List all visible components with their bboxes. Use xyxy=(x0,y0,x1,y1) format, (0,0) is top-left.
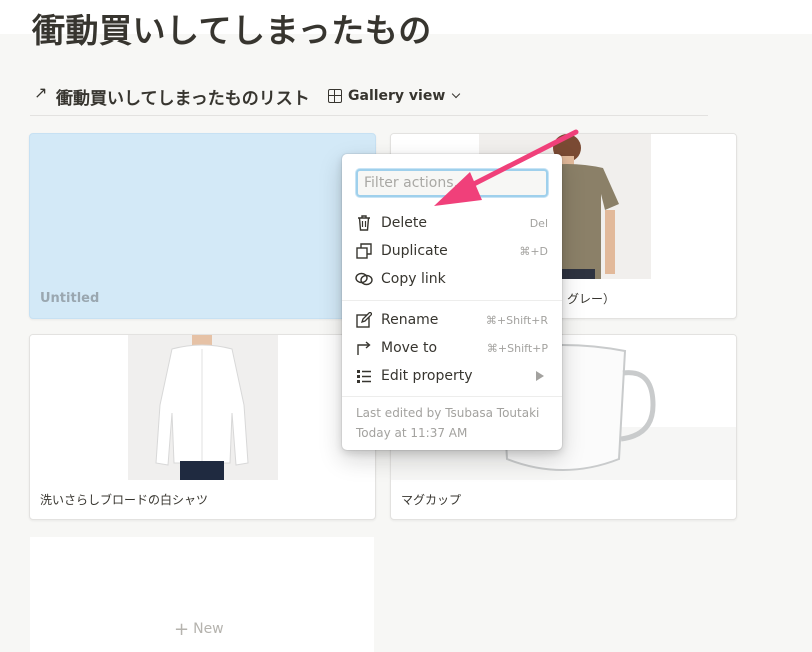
new-card-button[interactable]: + New xyxy=(30,537,374,652)
white-shirt-photo xyxy=(128,335,278,480)
card-title: マグカップ xyxy=(401,493,462,507)
filter-actions-input[interactable] xyxy=(356,169,548,197)
database-title[interactable]: 衝動買いしてしまったものリスト xyxy=(56,84,310,109)
submenu-arrow-icon xyxy=(536,371,544,381)
page-title[interactable]: 衝動買いしてしまったもの xyxy=(32,4,432,52)
menu-item-move-to[interactable]: Move to ⌘+Shift+P xyxy=(346,334,558,362)
page-header: 衝動買いしてしまったもの xyxy=(0,0,812,50)
gallery-grid-icon xyxy=(328,89,342,103)
menu-item-delete[interactable]: Delete Del xyxy=(346,209,558,237)
menu-item-label: Edit property xyxy=(381,368,473,384)
menu-item-rename[interactable]: Rename ⌘+Shift+R xyxy=(346,306,558,334)
list-icon xyxy=(355,367,373,385)
view-switcher-button[interactable]: Gallery view xyxy=(328,85,461,107)
menu-item-duplicate[interactable]: Duplicate ⌘+D xyxy=(346,237,558,265)
rename-icon xyxy=(355,311,373,329)
view-label: Gallery view xyxy=(348,88,446,104)
linked-database-arrow-icon[interactable]: ↗ xyxy=(34,83,47,102)
menu-item-label: Rename xyxy=(381,312,439,328)
menu-item-label: Move to xyxy=(381,340,438,356)
card-title: 洗いさらしブロードの白シャツ xyxy=(40,493,209,507)
menu-item-label: Delete xyxy=(381,215,427,231)
move-to-icon xyxy=(355,339,373,357)
menu-item-shortcut: ⌘+Shift+P xyxy=(486,341,548,355)
duplicate-icon xyxy=(355,242,373,260)
menu-item-label: Duplicate xyxy=(381,243,448,259)
menu-item-shortcut: ⌘+Shift+R xyxy=(485,313,548,327)
gallery-card-untitled[interactable]: Untitled xyxy=(29,133,376,319)
card-title: グレー） xyxy=(567,292,616,306)
trash-icon xyxy=(355,214,373,232)
card-context-menu: Delete Del Duplicate ⌘+D Copy link Renam… xyxy=(342,154,562,450)
menu-item-shortcut: ⌘+D xyxy=(519,244,548,258)
menu-divider xyxy=(342,300,562,301)
card-title: Untitled xyxy=(40,291,100,306)
link-icon xyxy=(355,270,373,288)
plus-icon: + xyxy=(174,619,190,640)
chevron-down-icon xyxy=(452,89,461,99)
menu-item-shortcut: Del xyxy=(529,216,548,230)
database-header: ↗ 衝動買いしてしまったものリスト Gallery view xyxy=(30,80,708,116)
card-cover xyxy=(30,335,375,480)
menu-item-copy-link[interactable]: Copy link xyxy=(346,265,558,293)
menu-item-label: Copy link xyxy=(381,271,446,287)
new-label: + New xyxy=(174,619,224,640)
last-edited-time: Today at 11:37 AM xyxy=(356,426,468,440)
new-text: New xyxy=(193,621,224,637)
last-edited-by: Last edited by Tsubasa Toutaki xyxy=(356,406,540,420)
menu-item-edit-property[interactable]: Edit property xyxy=(346,362,558,390)
gallery-card-white-shirt[interactable]: 洗いさらしブロードの白シャツ xyxy=(29,334,376,520)
menu-divider xyxy=(342,396,562,397)
